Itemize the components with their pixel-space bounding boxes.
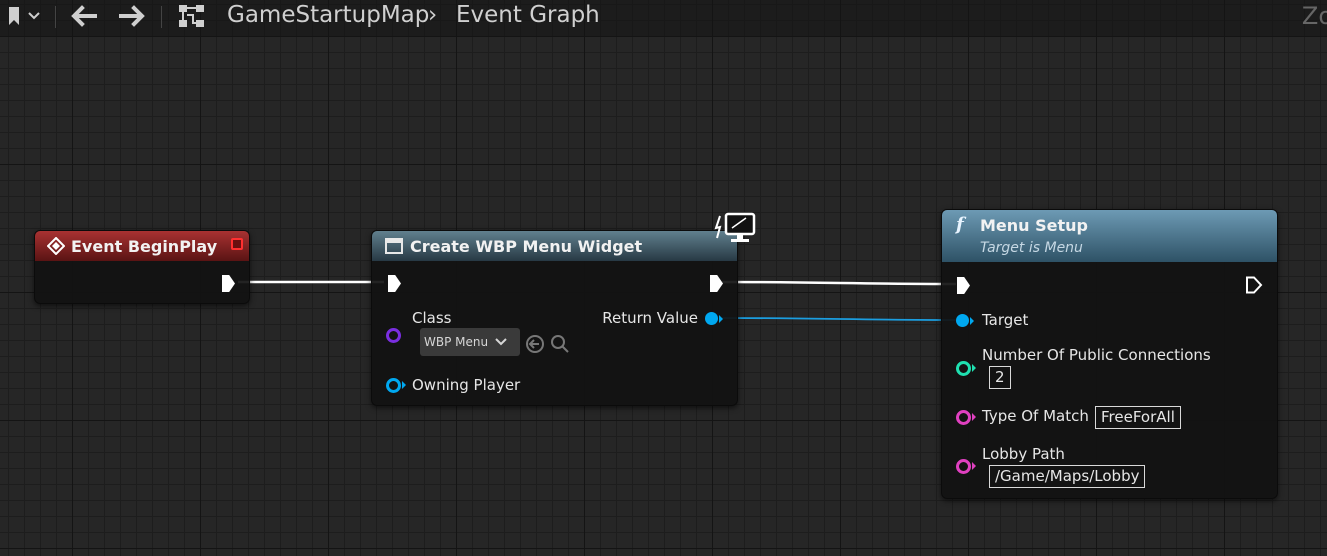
object-wire-return-to-target (718, 317, 958, 321)
pin-arrow (970, 317, 974, 325)
match-type-pin[interactable] (956, 410, 971, 425)
class-dropdown[interactable]: WBP Menu (420, 328, 520, 356)
node-header[interactable]: Create WBP Menu Widget (372, 231, 737, 261)
exec-out-pin[interactable] (222, 275, 235, 292)
pin-arrow (402, 381, 406, 389)
class-label: Class (412, 309, 452, 327)
exec-in-pin[interactable] (388, 275, 401, 292)
pin-arrow (972, 413, 976, 421)
match-type-label: Type Of Match (982, 407, 1089, 425)
client-only-indicator (714, 212, 756, 244)
pin-arrow (972, 364, 976, 372)
lobby-path-label: Lobby Path (982, 445, 1065, 463)
owning-player-pin[interactable] (386, 378, 401, 393)
node-title: Event BeginPlay (71, 236, 218, 256)
node-title: Create WBP Menu Widget (410, 236, 643, 256)
widget-icon (385, 238, 403, 254)
create-widget-node[interactable]: Create WBP Menu Widget Class WBP Menu Re… (371, 230, 738, 406)
connections-label: Number Of Public Connections (982, 346, 1211, 364)
event-beginplay-node[interactable]: Event BeginPlay (34, 230, 250, 304)
target-pin[interactable] (956, 314, 969, 327)
connections-pin[interactable] (956, 361, 971, 376)
monitor-icon (714, 212, 756, 242)
event-delegate-pin[interactable] (231, 238, 243, 250)
lobby-path-pin[interactable] (956, 459, 971, 474)
pin-arrow (719, 315, 723, 323)
connections-input[interactable]: 2 (989, 366, 1011, 389)
exec-wire-create-to-menusetup (721, 280, 957, 286)
exec-out-pin[interactable] (1245, 276, 1263, 294)
node-title: Menu Setup (980, 216, 1088, 235)
node-header[interactable]: f Menu Setup Target is Menu (942, 210, 1277, 262)
return-value-pin[interactable] (705, 312, 718, 325)
use-selected-asset-icon[interactable] (525, 334, 545, 354)
class-pin[interactable] (386, 328, 401, 343)
node-header[interactable]: Event BeginPlay (35, 231, 249, 261)
browse-search-icon[interactable] (550, 334, 570, 354)
return-value-label: Return Value (602, 309, 698, 327)
pin-arrow (972, 462, 976, 470)
class-dropdown-value: WBP Menu (424, 335, 489, 349)
owning-player-label: Owning Player (412, 376, 521, 394)
target-label: Target (982, 311, 1029, 329)
lobby-path-input[interactable]: /Game/Maps/Lobby (989, 465, 1146, 488)
match-type-input[interactable]: FreeForAll (1095, 406, 1181, 429)
event-diamond-icon (47, 237, 65, 255)
exec-in-pin[interactable] (957, 277, 970, 294)
function-icon: f (956, 214, 964, 235)
node-subtitle: Target is Menu (980, 240, 1083, 256)
chevron-down-icon (495, 338, 507, 346)
menu-setup-node[interactable]: f Menu Setup Target is Menu Target Numbe… (941, 209, 1278, 499)
exec-out-pin[interactable] (710, 275, 723, 292)
